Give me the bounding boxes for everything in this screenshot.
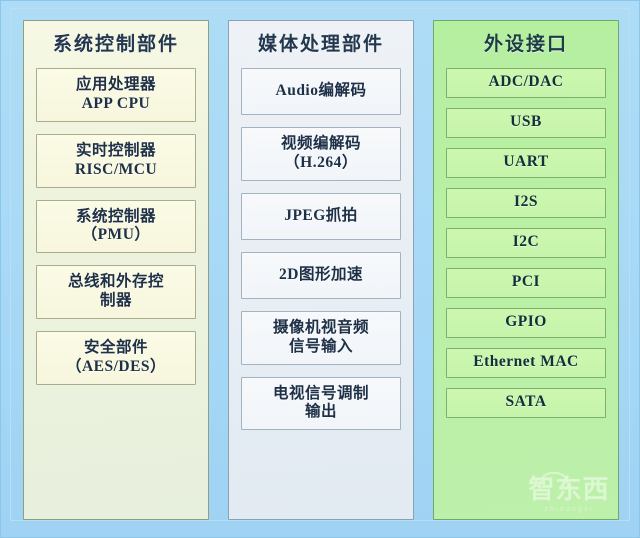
block-line: I2S: [514, 193, 538, 211]
block-line: 安全部件: [83, 339, 148, 357]
panel-peripheral-interface: 外设接口 ADC/DAC USB UART I2S I2C PCI GPIO E…: [433, 20, 619, 520]
panel-title-media-processing: 媒体处理部件: [257, 34, 384, 55]
block-app-cpu[interactable]: 应用处理器 APP CPU: [36, 67, 196, 122]
block-line: 视频编解码: [280, 134, 361, 152]
block-line: 实时控制器: [75, 141, 156, 159]
block-2d-graphics-acceleration[interactable]: 2D图形加速: [241, 251, 401, 299]
block-ethernet-mac[interactable]: Ethernet MAC: [446, 347, 606, 378]
block-line: 总线和外存控: [67, 273, 164, 291]
block-line: 制器: [99, 292, 132, 310]
block-line: PCI: [511, 273, 541, 291]
block-jpeg-capture[interactable]: JPEG抓拍: [241, 192, 401, 240]
block-uart[interactable]: UART: [446, 147, 606, 178]
panel-title-system-control: 系统控制部件: [52, 34, 179, 55]
block-line: （H.264）: [284, 153, 358, 171]
block-list-peripheral-interface: ADC/DAC USB UART I2S I2C PCI GPIO Ethern…: [446, 67, 606, 418]
block-i2s[interactable]: I2S: [446, 187, 606, 218]
block-pmu[interactable]: 系统控制器 （PMU）: [36, 199, 196, 254]
block-risc-mcu[interactable]: 实时控制器 RISC/MCU: [36, 133, 196, 188]
block-line: 2D图形加速: [279, 265, 363, 283]
block-line: （PMU）: [81, 226, 151, 244]
block-line: 电视信号调制: [272, 384, 369, 402]
block-line: 摄像机视音频: [272, 318, 369, 336]
block-line: JPEG抓拍: [284, 206, 358, 224]
block-line: UART: [503, 153, 549, 171]
block-usb[interactable]: USB: [446, 107, 606, 138]
block-line: Ethernet MAC: [473, 353, 579, 371]
block-line: 应用处理器: [75, 75, 156, 93]
block-line: 系统控制器: [75, 207, 156, 225]
block-list-media-processing: Audio编解码 视频编解码 （H.264） JPEG抓拍 2D图形加速 摄像机…: [241, 67, 401, 431]
block-line: 信号输入: [288, 337, 353, 355]
block-security-aes-des[interactable]: 安全部件 （AES/DES）: [36, 331, 196, 385]
panel-title-peripheral-interface: 外设接口: [483, 34, 568, 55]
block-line: I2C: [512, 233, 540, 251]
block-line: RISC/MCU: [74, 160, 158, 178]
block-line: 输出: [304, 403, 337, 421]
block-video-codec-h264[interactable]: 视频编解码 （H.264）: [241, 126, 401, 181]
block-pci[interactable]: PCI: [446, 267, 606, 298]
block-line: GPIO: [505, 313, 547, 331]
panel-media-processing: 媒体处理部件 Audio编解码 视频编解码 （H.264） JPEG抓拍 2D图…: [228, 20, 414, 520]
block-tv-signal-modulation-output[interactable]: 电视信号调制 输出: [241, 376, 401, 431]
block-i2c[interactable]: I2C: [446, 227, 606, 258]
block-sata[interactable]: SATA: [446, 387, 606, 418]
panel-system-control: 系统控制部件 应用处理器 APP CPU 实时控制器 RISC/MCU 系统控制…: [23, 20, 209, 520]
block-gpio[interactable]: GPIO: [446, 307, 606, 338]
block-audio-codec[interactable]: Audio编解码: [241, 67, 401, 115]
diagram-columns: 系统控制部件 应用处理器 APP CPU 实时控制器 RISC/MCU 系统控制…: [23, 20, 619, 520]
block-list-system-control: 应用处理器 APP CPU 实时控制器 RISC/MCU 系统控制器 （PMU）: [36, 67, 196, 385]
block-line: （AES/DES）: [65, 358, 167, 376]
block-bus-memory-controller[interactable]: 总线和外存控 制器: [36, 265, 196, 320]
diagram-canvas: 系统控制部件 应用处理器 APP CPU 实时控制器 RISC/MCU 系统控制…: [0, 0, 640, 538]
block-line: SATA: [505, 393, 547, 411]
block-line: ADC/DAC: [488, 73, 564, 91]
block-adc-dac[interactable]: ADC/DAC: [446, 67, 606, 98]
block-line: APP CPU: [81, 94, 151, 112]
block-line: Audio编解码: [275, 81, 367, 99]
block-line: USB: [510, 113, 542, 131]
block-camera-av-input[interactable]: 摄像机视音频 信号输入: [241, 310, 401, 365]
